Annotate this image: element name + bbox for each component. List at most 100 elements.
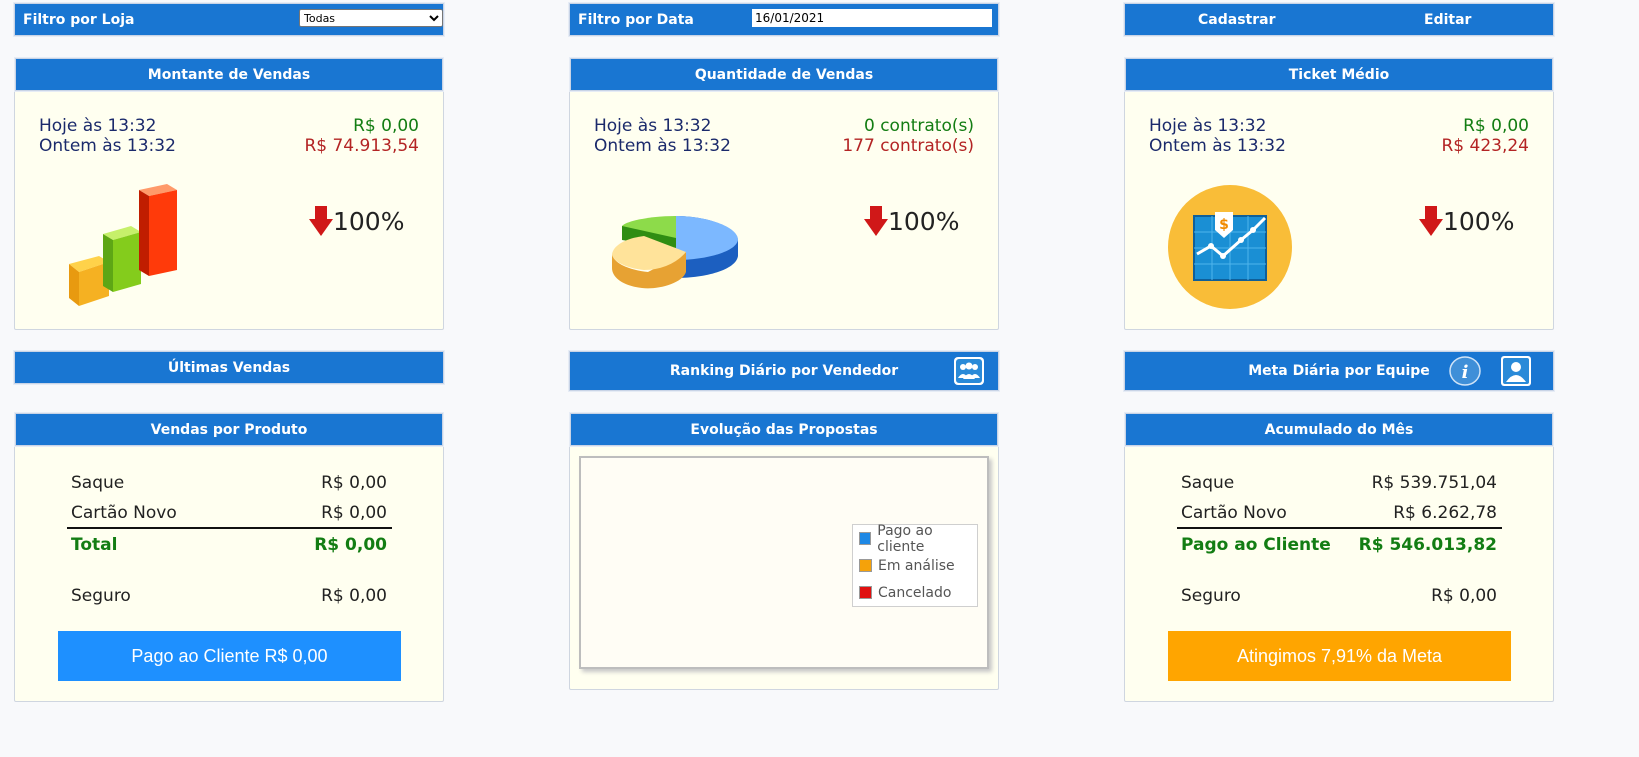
- meta-diaria-bar[interactable]: Meta Diária por Equipe i: [1124, 351, 1554, 391]
- quantidade-header: Quantidade de Vendas: [570, 58, 998, 91]
- quantidade-change-value: 100%: [888, 206, 960, 236]
- acumulado-row-label: Saque: [1181, 473, 1235, 493]
- acumulado-total-value: R$ 546.013,82: [1358, 535, 1497, 555]
- quantidade-yesterday-value: 177 contrato(s): [842, 136, 974, 156]
- produto-row-saque: Saque R$ 0,00: [71, 473, 387, 493]
- quantidade-today-label: Hoje às 13:32: [594, 116, 712, 136]
- evolucao-title: Evolução das Propostas: [690, 421, 878, 438]
- produto-row-label: Cartão Novo: [71, 503, 177, 523]
- acumulado-panel: Acumulado do Mês Saque R$ 539.751,04 Car…: [1124, 412, 1554, 702]
- produto-row-seguro: Seguro R$ 0,00: [71, 586, 387, 606]
- evolucao-header: Evolução das Propostas: [570, 413, 998, 446]
- store-filter-bar: Filtro por Loja Todas: [14, 3, 444, 36]
- montante-yesterday-value: R$ 74.913,54: [304, 136, 419, 156]
- bar-chart-icon: [69, 184, 177, 306]
- acumulado-header: Acumulado do Mês: [1125, 413, 1553, 446]
- montante-yesterday-label: Ontem às 13:32: [39, 136, 176, 156]
- acumulado-title: Acumulado do Mês: [1264, 421, 1414, 438]
- montante-panel: Montante de Vendas Hoje às 13:32 R$ 0,00…: [14, 57, 444, 330]
- store-filter-label: Filtro por Loja: [23, 12, 135, 28]
- meta-button[interactable]: Atingimos 7,91% da Meta: [1168, 631, 1511, 681]
- produto-seguro-value: R$ 0,00: [321, 586, 387, 606]
- legend-swatch: [859, 532, 872, 545]
- meta-diaria-title: Meta Diária por Equipe: [1248, 363, 1430, 379]
- legend-item-analise: Em análise: [853, 552, 977, 579]
- chart-legend: Pago ao cliente Em análise Cancelado: [852, 522, 978, 607]
- editar-button[interactable]: Editar: [1424, 12, 1471, 28]
- produto-seguro-label: Seguro: [71, 586, 131, 606]
- actions-bar: Cadastrar Editar: [1124, 3, 1554, 36]
- quantidade-title: Quantidade de Vendas: [694, 66, 874, 83]
- pie-chart-icon: [612, 216, 738, 289]
- ultimas-vendas-title: Últimas Vendas: [167, 359, 291, 376]
- legend-swatch: [859, 559, 872, 572]
- growth-chart-icon: $: [1168, 185, 1292, 309]
- store-filter-select[interactable]: Todas: [299, 9, 443, 27]
- date-filter-label: Filtro por Data: [578, 12, 694, 28]
- ticket-change: 100%: [1419, 206, 1514, 236]
- montante-today-value: R$ 0,00: [353, 116, 419, 136]
- produto-header: Vendas por Produto: [15, 413, 443, 446]
- svg-text:i: i: [1462, 362, 1469, 383]
- ticket-panel: Ticket Médio Hoje às 13:32 R$ 0,00 Ontem…: [1124, 57, 1554, 330]
- acumulado-row-label: Cartão Novo: [1181, 503, 1287, 523]
- quantidade-today-value: 0 contrato(s): [863, 116, 974, 136]
- produto-title: Vendas por Produto: [150, 421, 308, 438]
- date-input[interactable]: [752, 9, 992, 27]
- acumulado-row-value: R$ 6.262,78: [1393, 503, 1497, 523]
- quantidade-panel: Quantidade de Vendas Hoje às 13:32 0 con…: [569, 57, 999, 330]
- info-icon[interactable]: i: [1449, 356, 1481, 386]
- legend-label: Cancelado: [878, 584, 952, 601]
- arrow-down-icon: [1419, 206, 1443, 236]
- montante-today-label: Hoje às 13:32: [39, 116, 157, 136]
- produto-row-value: R$ 0,00: [321, 473, 387, 493]
- arrow-down-icon: [309, 206, 333, 236]
- arrow-down-icon: [864, 206, 888, 236]
- cadastrar-button[interactable]: Cadastrar: [1198, 12, 1275, 28]
- produto-row-value: R$ 0,00: [321, 503, 387, 523]
- montante-change-value: 100%: [333, 206, 405, 236]
- produto-row-total: Total R$ 0,00: [71, 535, 387, 555]
- pago-cliente-button[interactable]: Pago ao Cliente R$ 0,00: [58, 631, 401, 681]
- acumulado-total-label: Pago ao Cliente: [1181, 535, 1331, 555]
- ticket-today-label: Hoje às 13:32: [1149, 116, 1267, 136]
- acumulado-row-cartao: Cartão Novo R$ 6.262,78: [1181, 503, 1497, 523]
- ticket-today-value: R$ 0,00: [1463, 116, 1529, 136]
- acumulado-divider: [1177, 527, 1502, 529]
- evolucao-panel: Evolução das Propostas Pago ao cliente E…: [569, 412, 999, 690]
- legend-label: Em análise: [878, 557, 955, 574]
- user-icon[interactable]: [1501, 356, 1531, 386]
- montante-change: 100%: [309, 206, 404, 236]
- produto-row-label: Saque: [71, 473, 125, 493]
- ultimas-vendas-bar[interactable]: Últimas Vendas: [14, 351, 444, 384]
- produto-panel: Vendas por Produto Saque R$ 0,00 Cartão …: [14, 412, 444, 702]
- ranking-bar[interactable]: Ranking Diário por Vendedor: [569, 351, 999, 391]
- produto-total-label: Total: [71, 535, 118, 555]
- acumulado-row-seguro: Seguro R$ 0,00: [1181, 586, 1497, 606]
- legend-item-cancelado: Cancelado: [853, 579, 977, 606]
- svg-text:$: $: [1219, 217, 1229, 233]
- produto-divider: [67, 527, 392, 529]
- ticket-yesterday-label: Ontem às 13:32: [1149, 136, 1286, 156]
- evolucao-chart-area: Pago ao cliente Em análise Cancelado: [579, 456, 989, 669]
- ticket-yesterday-value: R$ 423,24: [1441, 136, 1529, 156]
- produto-row-cartao: Cartão Novo R$ 0,00: [71, 503, 387, 523]
- legend-label: Pago ao cliente: [877, 522, 933, 555]
- produto-total-value: R$ 0,00: [314, 535, 387, 555]
- acumulado-seguro-value: R$ 0,00: [1431, 586, 1497, 606]
- quantidade-yesterday-label: Ontem às 13:32: [594, 136, 731, 156]
- acumulado-seguro-label: Seguro: [1181, 586, 1241, 606]
- acumulado-row-value: R$ 539.751,04: [1371, 473, 1497, 493]
- legend-item-pago: Pago ao cliente: [853, 522, 977, 555]
- ticket-header: Ticket Médio: [1125, 58, 1553, 91]
- legend-swatch: [859, 586, 872, 599]
- quantidade-change: 100%: [864, 206, 959, 236]
- montante-title: Montante de Vendas: [147, 66, 311, 83]
- montante-header: Montante de Vendas: [15, 58, 443, 91]
- ticket-title: Ticket Médio: [1288, 66, 1390, 83]
- acumulado-row-total: Pago ao Cliente R$ 546.013,82: [1181, 535, 1497, 555]
- users-group-icon[interactable]: [954, 357, 984, 385]
- ranking-title: Ranking Diário por Vendedor: [669, 363, 899, 379]
- ticket-change-value: 100%: [1443, 206, 1515, 236]
- acumulado-row-saque: Saque R$ 539.751,04: [1181, 473, 1497, 493]
